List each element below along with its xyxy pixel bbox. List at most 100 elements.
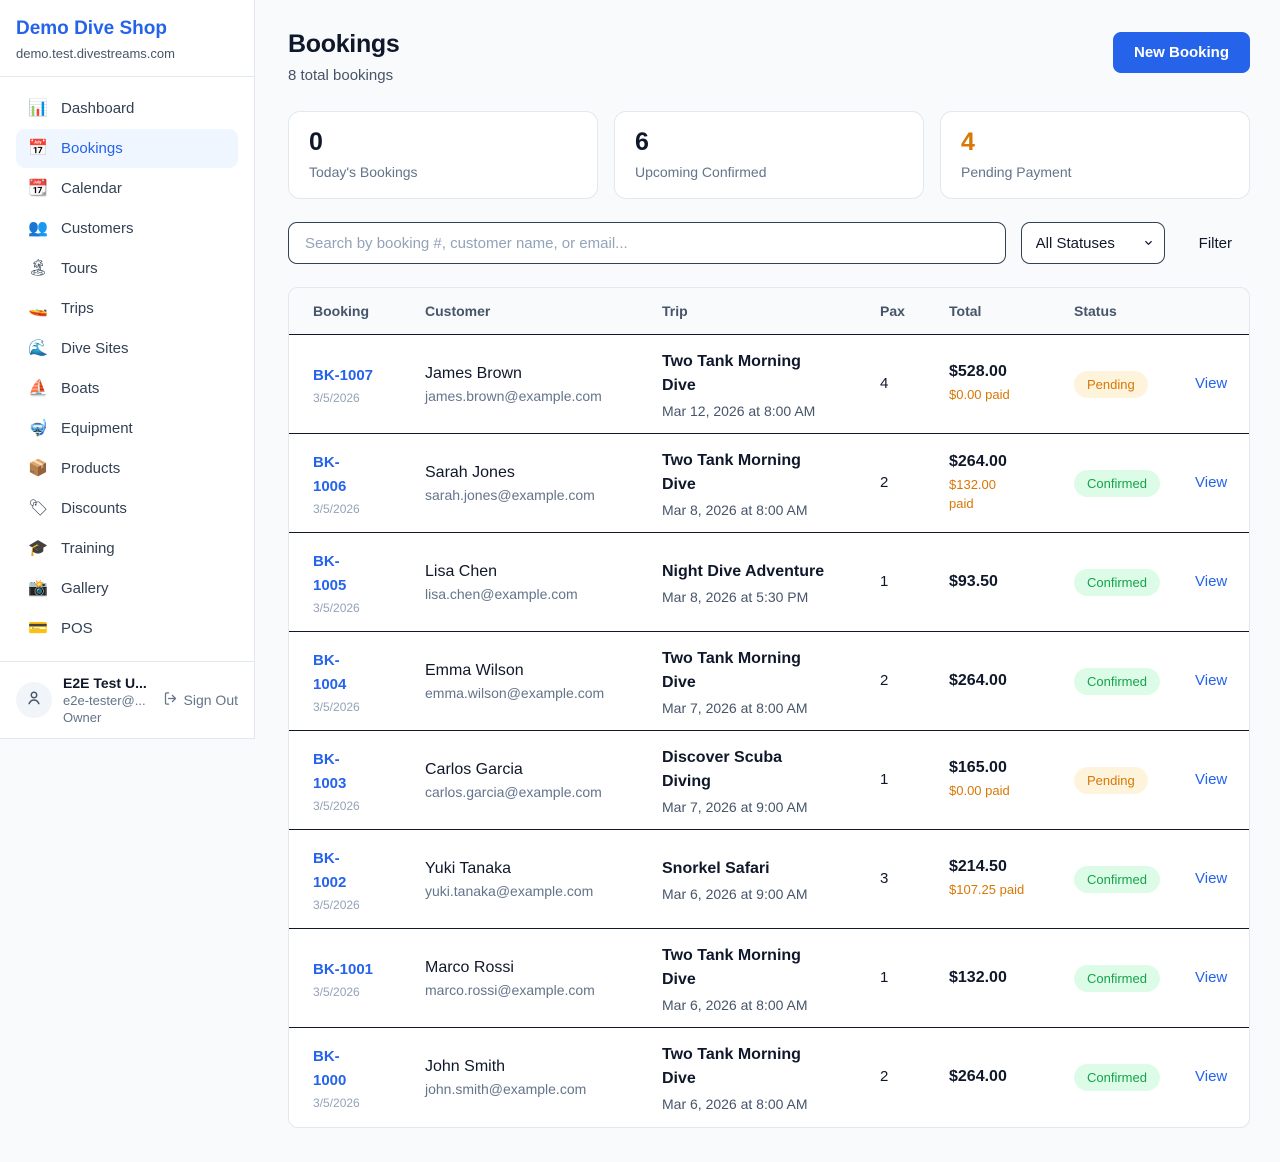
label-tag-icon: 🏷 [28, 501, 48, 517]
package-icon: 📦 [28, 461, 48, 477]
view-link[interactable]: View [1195, 969, 1227, 986]
booking-number-link[interactable]: BK-1000 [313, 1045, 401, 1093]
nav-label: Equipment [61, 420, 133, 437]
sidebar-item-equipment[interactable]: 🤿 Equipment [16, 409, 238, 448]
sidebar-item-boats[interactable]: ⛵ Boats [16, 369, 238, 408]
total-amount: $93.50 [949, 573, 1050, 591]
view-link[interactable]: View [1195, 771, 1227, 788]
booking-number-link[interactable]: BK-1002 [313, 847, 401, 895]
customer-email: sarah.jones@example.com [425, 487, 638, 503]
total-amount: $165.00 [949, 759, 1050, 777]
user-section: E2E Test U... e2e-tester@... Owner Sign … [0, 661, 254, 738]
nav-label: Gallery [61, 580, 109, 597]
trip-datetime: Mar 6, 2026 at 8:00 AM [662, 1096, 856, 1112]
status-badge: Confirmed [1074, 1064, 1160, 1091]
sidebar-item-bookings[interactable]: 📅 Bookings [16, 129, 238, 168]
pax-count: 2 [880, 1068, 888, 1085]
sidebar: Demo Dive Shop demo.test.divestreams.com… [0, 0, 255, 739]
nav-label: Trips [61, 300, 94, 317]
tear-off-calendar-icon: 📆 [28, 181, 48, 197]
status-filter-select[interactable]: All Statuses [1021, 222, 1165, 264]
booking-number-link[interactable]: BK-1006 [313, 451, 401, 499]
search-input[interactable] [288, 222, 1006, 264]
view-link[interactable]: View [1195, 573, 1227, 590]
status-filter-wrap: All Statuses [1021, 222, 1165, 264]
stat-value: 6 [635, 129, 903, 157]
filter-button[interactable]: Filter [1199, 235, 1232, 252]
sidebar-item-customers[interactable]: 👥 Customers [16, 209, 238, 248]
nav-label: Products [61, 460, 120, 477]
trip-datetime: Mar 6, 2026 at 8:00 AM [662, 997, 856, 1013]
sidebar-item-products[interactable]: 📦 Products [16, 449, 238, 488]
status-badge: Confirmed [1074, 569, 1160, 596]
table-row: BK-1002 3/5/2026 Yuki Tanaka yuki.tanaka… [289, 830, 1249, 929]
trip-datetime: Mar 8, 2026 at 5:30 PM [662, 589, 856, 605]
trip-name: Snorkel Safari [662, 857, 856, 881]
pax-count: 2 [880, 474, 888, 491]
booking-date: 3/5/2026 [313, 391, 401, 405]
stat-card: 6 Upcoming Confirmed [614, 111, 924, 199]
trip-datetime: Mar 6, 2026 at 9:00 AM [662, 886, 856, 902]
camera-flash-icon: 📸 [28, 581, 48, 597]
nav-label: Dive Sites [61, 340, 129, 357]
calendar-number-icon: 📅 [28, 141, 48, 157]
pax-count: 1 [880, 573, 888, 590]
trip-datetime: Mar 7, 2026 at 9:00 AM [662, 799, 856, 815]
view-link[interactable]: View [1195, 474, 1227, 491]
view-link[interactable]: View [1195, 1068, 1227, 1085]
booking-number-link[interactable]: BK-1003 [313, 748, 401, 796]
bar-chart-icon: 📊 [28, 101, 48, 117]
nav-label: Bookings [61, 140, 123, 157]
column-header-trip: Trip [650, 288, 868, 335]
page-header-text: Bookings 8 total bookings [288, 30, 400, 84]
sidebar-header: Demo Dive Shop demo.test.divestreams.com [0, 0, 254, 77]
table-row: BK-1004 3/5/2026 Emma Wilson emma.wilson… [289, 632, 1249, 731]
stat-card: 0 Today's Bookings [288, 111, 598, 199]
pax-count: 1 [880, 771, 888, 788]
paid-amount: $0.00 paid [949, 386, 1050, 405]
sidebar-item-dive-sites[interactable]: 🌊 Dive Sites [16, 329, 238, 368]
view-link[interactable]: View [1195, 375, 1227, 392]
trip-name: Discover ScubaDiving [662, 746, 856, 794]
wave-icon: 🌊 [28, 341, 48, 357]
sidebar-item-dashboard[interactable]: 📊 Dashboard [16, 89, 238, 128]
booking-number-link[interactable]: BK-1004 [313, 649, 401, 697]
total-amount: $214.50 [949, 858, 1050, 876]
graduation-cap-icon: 🎓 [28, 541, 48, 557]
stat-value: 0 [309, 129, 577, 157]
new-booking-button[interactable]: New Booking [1113, 32, 1250, 73]
booking-number-link[interactable]: BK-1005 [313, 550, 401, 598]
nav-label: Calendar [61, 180, 122, 197]
sidebar-item-training[interactable]: 🎓 Training [16, 529, 238, 568]
total-amount: $132.00 [949, 969, 1050, 987]
table-row: BK-1007 3/5/2026 James Brown james.brown… [289, 335, 1249, 434]
stat-label: Today's Bookings [309, 164, 577, 180]
trip-datetime: Mar 12, 2026 at 8:00 AM [662, 403, 856, 419]
sidebar-item-gallery[interactable]: 📸 Gallery [16, 569, 238, 608]
sidebar-item-discounts[interactable]: 🏷 Discounts [16, 489, 238, 528]
nav-label: Training [61, 540, 115, 557]
booking-date: 3/5/2026 [313, 799, 401, 813]
view-link[interactable]: View [1195, 672, 1227, 689]
sidebar-item-trips[interactable]: 🚤 Trips [16, 289, 238, 328]
sidebar-item-tours[interactable]: 🏝 Tours [16, 249, 238, 288]
booking-number-link[interactable]: BK-1007 [313, 364, 401, 388]
nav-label: Tours [61, 260, 98, 277]
sign-out-button[interactable]: Sign Out [163, 691, 238, 709]
bookings-table-card: BookingCustomerTripPaxTotalStatus BK-100… [288, 287, 1250, 1128]
stats-row: 0 Today's Bookings 6 Upcoming Confirmed … [288, 111, 1250, 199]
view-link[interactable]: View [1195, 870, 1227, 887]
booking-date: 3/5/2026 [313, 898, 401, 912]
booking-date: 3/5/2026 [313, 1096, 401, 1110]
status-badge: Pending [1074, 371, 1148, 398]
shop-title: Demo Dive Shop [16, 18, 238, 40]
sidebar-item-calendar[interactable]: 📆 Calendar [16, 169, 238, 208]
column-header-status: Status [1062, 288, 1183, 335]
booking-number-link[interactable]: BK-1001 [313, 958, 401, 982]
user-role: Owner [63, 710, 147, 725]
avatar [16, 682, 52, 718]
user-name: E2E Test U... [63, 675, 147, 691]
sidebar-item-pos[interactable]: 💳 POS [16, 609, 238, 648]
trip-name: Two Tank MorningDive [662, 449, 856, 497]
table-row: BK-1001 3/5/2026 Marco Rossi marco.rossi… [289, 929, 1249, 1028]
